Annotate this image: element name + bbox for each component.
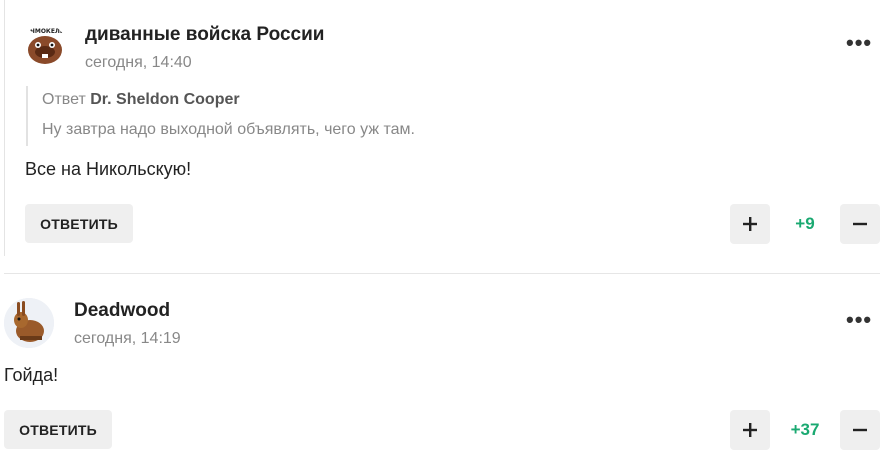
more-dots-icon: ••• (846, 30, 873, 55)
plus-icon (743, 423, 757, 437)
avatar[interactable] (4, 298, 54, 348)
comment-author[interactable]: диванные войска России (85, 24, 324, 46)
reply-button[interactable]: ОТВЕТИТЬ (4, 410, 112, 449)
minus-icon (853, 428, 867, 432)
comment-timestamp[interactable]: сегодня, 14:40 (85, 54, 192, 72)
comment-timestamp[interactable]: сегодня, 14:19 (74, 330, 181, 348)
more-dots-icon: ••• (846, 307, 873, 332)
more-options-button[interactable]: ••• (846, 307, 872, 333)
quote-header: Ответ Dr. Sheldon Cooper (42, 91, 240, 109)
plus-icon (743, 217, 757, 231)
avatar[interactable]: ЧМОКЕЛЬ (24, 24, 66, 66)
upvote-button[interactable] (730, 410, 770, 450)
downvote-button[interactable] (840, 204, 880, 244)
comment-text: Все на Никольскую! (25, 159, 192, 179)
downvote-button[interactable] (840, 410, 880, 450)
quote-bar (26, 86, 28, 146)
more-options-button[interactable]: ••• (846, 30, 872, 56)
reply-button[interactable]: ОТВЕТИТЬ (25, 204, 133, 243)
comment-text: Гойда! (4, 365, 59, 385)
avatar-image (4, 298, 54, 348)
avatar-caption-logo: ЧМОКЕЛЬ (30, 28, 65, 35)
minus-icon (853, 222, 867, 226)
thread-indent-line (4, 0, 5, 256)
comment-divider (4, 273, 880, 274)
upvote-button[interactable] (730, 204, 770, 244)
vote-score: +9 (795, 214, 815, 233)
quote-text: Ну завтра надо выходной объявлять, чего … (42, 121, 415, 138)
comment-author[interactable]: Deadwood (74, 300, 170, 322)
vote-score: +37 (790, 420, 820, 439)
quote-author[interactable]: Dr. Sheldon Cooper (90, 91, 239, 108)
quote-prefix: Ответ (42, 91, 86, 108)
